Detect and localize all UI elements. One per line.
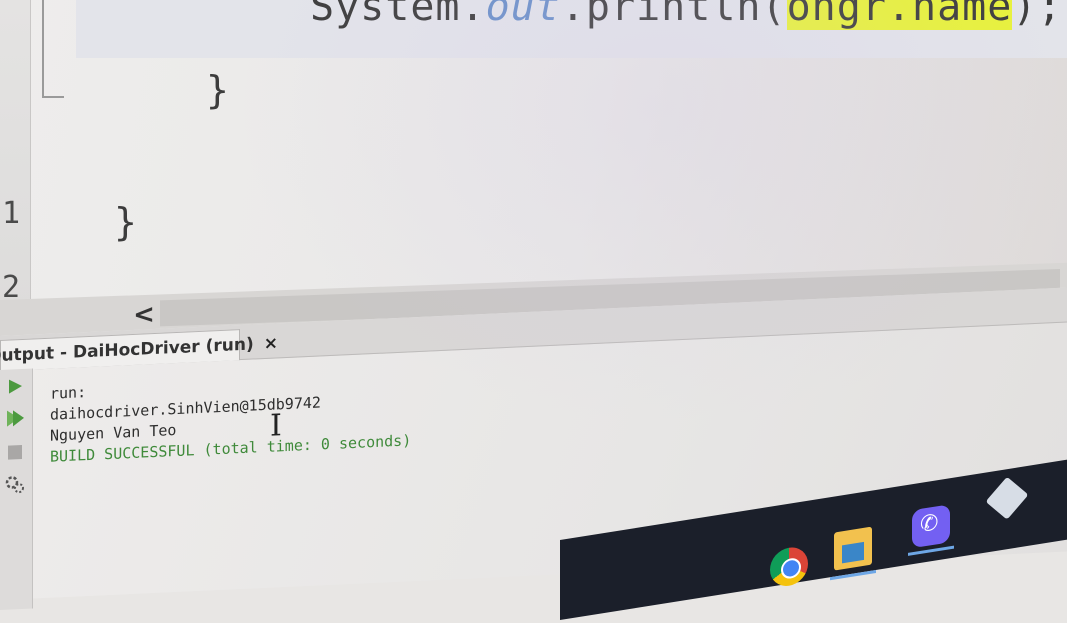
line-number: 1 [2, 196, 21, 231]
code-token-arg: ongr.name [786, 0, 1013, 30]
stop-icon[interactable] [4, 441, 26, 464]
tab-label: Output - DaiHocDriver (run) [0, 334, 254, 367]
scroll-left-icon[interactable]: < [132, 300, 156, 331]
active-app-indicator [830, 569, 876, 581]
output-side-toolbar [0, 368, 33, 610]
phone-glyph-icon: ✆ [920, 510, 939, 538]
active-app-indicator [908, 545, 954, 556]
viber-icon[interactable]: ✆ [912, 504, 950, 549]
code-token: System. [310, 0, 486, 30]
output-console[interactable]: run: daihocdriver.SinhVien@15db9742 Nguy… [50, 367, 411, 467]
text-cursor-icon: I [270, 408, 282, 444]
code-token-out: out [485, 0, 561, 30]
tab-output-run[interactable]: Output - DaiHocDriver (run) × [0, 329, 278, 371]
chrome-icon[interactable] [770, 544, 808, 589]
cube-app-icon[interactable] [985, 476, 1029, 520]
line-number-gutter: 1 2 [0, 0, 31, 312]
rerun-icon[interactable] [4, 375, 26, 398]
rerun-with-params-icon[interactable] [4, 407, 26, 430]
close-icon[interactable]: × [264, 333, 278, 354]
code-editor[interactable]: 1 2 System.out.println(ongr.name); } } [0, 0, 1067, 312]
settings-gears-icon[interactable] [4, 473, 26, 496]
code-token: .println( [560, 0, 787, 30]
closing-brace-inner[interactable]: } [206, 68, 229, 112]
closing-brace-outer[interactable]: } [114, 200, 137, 244]
code-fold-marker[interactable] [42, 0, 64, 98]
code-line-println[interactable]: System.out.println(ongr.name); [310, 0, 1063, 30]
code-token: ); [1012, 0, 1063, 30]
file-explorer-icon[interactable] [834, 526, 872, 571]
